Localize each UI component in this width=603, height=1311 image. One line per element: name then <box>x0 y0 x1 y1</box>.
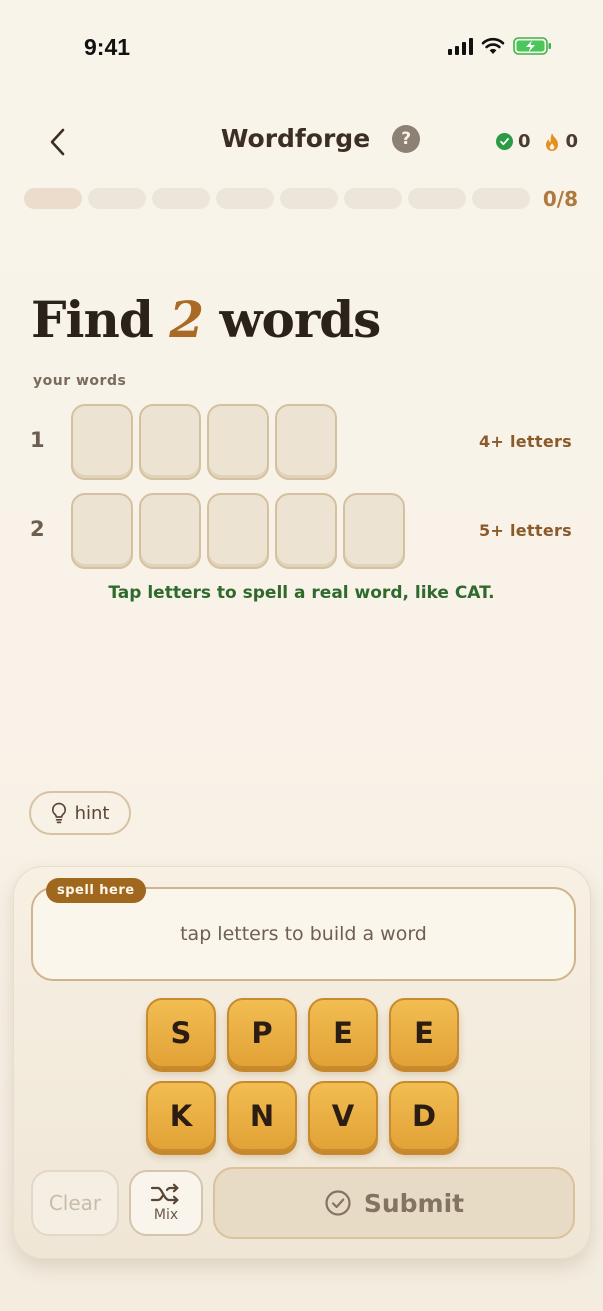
status-time: 9:41 <box>84 34 131 60</box>
shuffle-icon <box>150 1183 179 1205</box>
progress-segment <box>216 188 274 209</box>
mix-label: Mix <box>153 1207 179 1223</box>
length-requirement: 5+ letters <box>478 521 572 540</box>
clear-button[interactable]: Clear <box>31 1170 119 1236</box>
correct-count: 0 <box>517 131 531 152</box>
letter-tile[interactable]: D <box>389 1081 459 1151</box>
lightbulb-icon <box>51 802 66 824</box>
letter-slot <box>139 493 201 569</box>
letter-tiles: S P E E K N V D <box>146 998 459 1151</box>
hint-label: hint <box>74 802 110 824</box>
input-panel: spell here tap letters to build a word S… <box>13 866 591 1259</box>
signal-icon <box>448 37 473 55</box>
streak-count: 0 <box>565 131 578 152</box>
progress-segment <box>152 188 210 209</box>
letter-tile[interactable]: N <box>227 1081 297 1151</box>
row-number: 2 <box>30 517 45 541</box>
letter-tile[interactable]: E <box>308 998 378 1068</box>
your-words-label: your words <box>33 373 127 389</box>
letter-tile[interactable]: K <box>146 1081 216 1151</box>
input-placeholder: tap letters to build a word <box>180 923 427 945</box>
row-number: 1 <box>30 428 45 452</box>
heading-number: 2 <box>169 290 204 349</box>
letter-slots <box>71 493 405 569</box>
letter-slot <box>275 404 337 480</box>
progress-segment <box>472 188 530 209</box>
letter-slot <box>343 493 405 569</box>
progress-segment <box>344 188 402 209</box>
progress-label: 0/8 <box>542 187 578 211</box>
wifi-icon <box>481 37 505 54</box>
word-row-2: 2 5+ letters <box>0 493 603 569</box>
letter-tile[interactable]: E <box>389 998 459 1068</box>
heading-prefix: Find <box>31 290 154 349</box>
length-requirement: 4+ letters <box>478 432 572 451</box>
progress-segment <box>24 188 82 209</box>
instruction-text: Tap letters to spell a real word, like C… <box>108 583 495 603</box>
letter-slot <box>207 404 269 480</box>
submit-button[interactable]: Submit <box>213 1167 575 1239</box>
letter-slot <box>275 493 337 569</box>
check-circle-icon <box>495 133 513 150</box>
progress-segment <box>280 188 338 209</box>
status-icons <box>448 36 553 56</box>
letter-slots <box>71 404 337 480</box>
letter-tile[interactable]: S <box>146 998 216 1068</box>
spell-here-tag: spell here <box>46 878 146 903</box>
progress-segment <box>88 188 146 209</box>
letter-slot <box>207 493 269 569</box>
help-button[interactable]: ? <box>392 124 421 153</box>
letter-slot <box>71 404 133 480</box>
page-heading: Find 2 words <box>31 290 381 349</box>
letter-slot <box>139 404 201 480</box>
app-title: Wordforge <box>220 124 371 153</box>
battery-icon <box>513 37 551 55</box>
word-row-1: 1 4+ letters <box>0 404 603 480</box>
progress-bar <box>24 188 530 209</box>
streak-stat: 0 <box>544 131 578 152</box>
stats: 0 0 <box>495 131 578 152</box>
hint-button[interactable]: hint <box>29 791 131 835</box>
mix-button[interactable]: Mix <box>129 1170 203 1236</box>
heading-suffix: words <box>219 290 381 349</box>
progress-segment <box>408 188 466 209</box>
correct-stat: 0 <box>495 131 531 152</box>
check-circle-outline-icon <box>325 1190 351 1216</box>
letter-tile[interactable]: V <box>308 1081 378 1151</box>
flame-icon <box>546 132 559 151</box>
letter-slot <box>71 493 133 569</box>
submit-label: Submit <box>363 1188 465 1218</box>
letter-tile[interactable]: P <box>227 998 297 1068</box>
